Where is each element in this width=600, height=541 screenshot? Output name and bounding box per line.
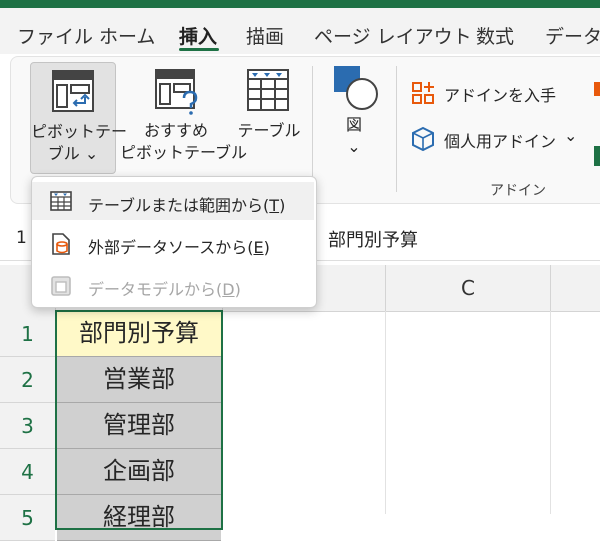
shapes-icon — [334, 66, 378, 110]
formula-input[interactable]: 部門別予算 — [328, 226, 418, 252]
title-strip — [0, 0, 600, 8]
tab-file[interactable]: ファイル — [17, 22, 93, 49]
table-label: テーブル — [237, 121, 301, 140]
tab-home[interactable]: ホーム — [99, 22, 155, 49]
recommended-pivot-icon — [155, 69, 198, 115]
row-header-4[interactable]: 4 — [0, 449, 55, 495]
grid-vline — [550, 311, 551, 514]
menu-item-label: データモデルから(D) — [88, 280, 241, 299]
illustrations-button[interactable]: 図 ⌄ — [326, 62, 382, 162]
cell-b4[interactable]: 企画部 — [57, 449, 221, 495]
pivot-dropdown-menu: テーブルまたは範囲から(T) 外部データソースから(E) データモデルから(D) — [31, 176, 317, 308]
recommended-pivot-button[interactable]: おすすめ ピボットテーブル — [120, 62, 248, 174]
addins-group-label: アドイン — [490, 183, 546, 199]
menu-item-label: 外部データソースから(E) — [88, 238, 270, 257]
get-addins-label: アドインを入手 — [444, 86, 557, 105]
tab-draw[interactable]: 描画 — [246, 22, 284, 49]
active-tab-indicator — [179, 48, 219, 51]
row-header-3[interactable]: 3 — [0, 403, 55, 449]
illustrations-label: 図 — [345, 115, 362, 134]
tab-data[interactable]: データ — [545, 22, 600, 49]
row-header-5[interactable]: 5 — [0, 495, 55, 541]
partial-ribbon-icon — [594, 82, 600, 96]
recommended-pivot-label-2: ピボットテーブル — [120, 143, 248, 162]
pivot-table-label-1: ピボットテー — [31, 122, 128, 141]
ribbon-tabs: ファイル ホーム 挿入 描画 ページ レイアウト 数式 データ — [0, 8, 600, 54]
data-model-icon — [51, 276, 71, 296]
cell-b3[interactable]: 管理部 — [57, 403, 221, 449]
menu-item-label: テーブルまたは範囲から(T) — [88, 196, 286, 215]
pivot-table-label-2: ブル ⌄ — [47, 144, 99, 163]
ribbon-separator — [312, 66, 313, 192]
addin-cube-icon — [412, 126, 434, 152]
table-icon — [247, 69, 289, 111]
chevron-down-icon: ⌄ — [564, 126, 578, 145]
cell-b1[interactable]: 部門別予算 — [57, 311, 221, 357]
grid-vline — [385, 311, 386, 514]
row-header-2[interactable]: 2 — [0, 357, 55, 403]
pivot-table-icon — [52, 70, 94, 112]
tab-formulas[interactable]: 数式 — [476, 22, 514, 49]
table-range-icon — [50, 191, 72, 211]
my-addins-label: 個人用アドイン — [444, 132, 557, 151]
ribbon-separator — [396, 66, 397, 192]
partial-ribbon-icon — [594, 146, 600, 166]
store-icon — [412, 82, 434, 104]
column-divider — [550, 265, 551, 311]
column-header-c[interactable]: C — [386, 265, 550, 311]
cell-b5[interactable]: 経理部 — [57, 495, 221, 541]
row-header-1[interactable]: 1 — [0, 311, 55, 357]
menu-item-from-table-range[interactable]: テーブルまたは範囲から(T) — [32, 182, 314, 220]
chevron-down-icon: ⌄ — [347, 137, 361, 156]
menu-item-from-external-source[interactable]: 外部データソースから(E) — [32, 224, 314, 262]
recommended-pivot-label-1: おすすめ — [143, 121, 208, 140]
menu-item-from-data-model: データモデルから(D) — [32, 266, 314, 304]
table-button[interactable]: テーブル — [236, 62, 302, 142]
name-box[interactable]: 1 — [16, 228, 27, 248]
pivot-table-button[interactable]: ピボットテー ブル ⌄ — [30, 62, 128, 174]
tab-page-layout[interactable]: ページ レイアウト — [314, 22, 472, 49]
tab-insert[interactable]: 挿入 — [179, 22, 217, 49]
external-data-icon — [52, 233, 70, 255]
cell-b2[interactable]: 営業部 — [57, 357, 221, 403]
